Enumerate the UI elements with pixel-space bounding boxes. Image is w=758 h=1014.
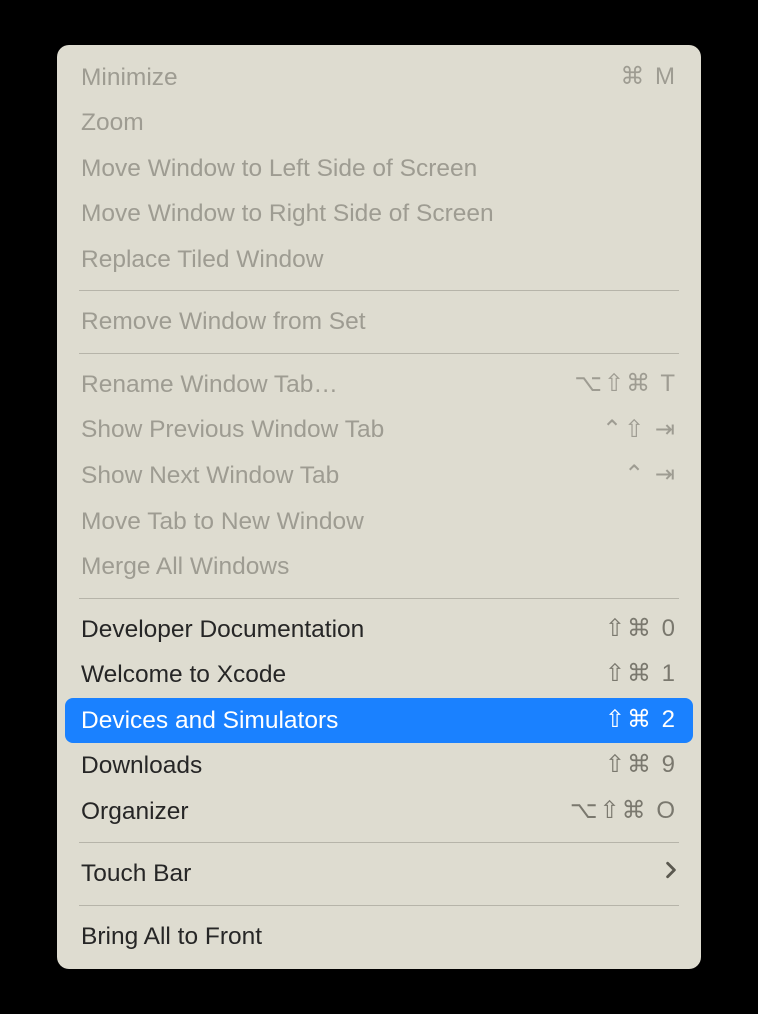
menu-item-label: Developer Documentation bbox=[81, 612, 605, 648]
menu-item-bring-all-front[interactable]: Bring All to Front bbox=[57, 914, 701, 960]
window-menu: Minimize ⌘ M Zoom Move Window to Left Si… bbox=[57, 45, 701, 969]
menu-item-developer-documentation[interactable]: Developer Documentation ⇧⌘ 0 bbox=[57, 607, 701, 653]
menu-item-merge-all-windows[interactable]: Merge All Windows bbox=[57, 544, 701, 590]
menu-item-minimize[interactable]: Minimize ⌘ M bbox=[57, 55, 701, 101]
menu-item-shortcut: ⌘ M bbox=[620, 60, 677, 95]
menu-separator bbox=[79, 842, 679, 843]
menu-item-move-tab-new-window[interactable]: Move Tab to New Window bbox=[57, 499, 701, 545]
menu-item-move-window-left[interactable]: Move Window to Left Side of Screen bbox=[57, 146, 701, 192]
chevron-right-icon bbox=[665, 859, 677, 888]
menu-item-shortcut: ⇧⌘ 2 bbox=[605, 703, 677, 738]
menu-item-shortcut: ⌥⇧⌘ O bbox=[570, 794, 677, 829]
menu-item-label: Bring All to Front bbox=[81, 919, 677, 955]
menu-item-label: Remove Window from Set bbox=[81, 304, 677, 340]
menu-item-label: Move Tab to New Window bbox=[81, 504, 677, 540]
menu-item-label: Devices and Simulators bbox=[81, 703, 605, 739]
menu-item-rename-tab[interactable]: Rename Window Tab… ⌥⇧⌘ T bbox=[57, 362, 701, 408]
menu-item-move-window-right[interactable]: Move Window to Right Side of Screen bbox=[57, 191, 701, 237]
menu-item-label: Rename Window Tab… bbox=[81, 367, 574, 403]
menu-separator bbox=[79, 598, 679, 599]
menu-item-label: Welcome to Xcode bbox=[81, 657, 605, 693]
menu-item-shortcut: ⌥⇧⌘ T bbox=[574, 367, 677, 402]
menu-item-welcome-xcode[interactable]: Welcome to Xcode ⇧⌘ 1 bbox=[57, 652, 701, 698]
menu-item-shortcut: ⇧⌘ 9 bbox=[605, 748, 677, 783]
menu-item-replace-tiled[interactable]: Replace Tiled Window bbox=[57, 237, 701, 283]
menu-item-touch-bar[interactable]: Touch Bar bbox=[57, 851, 701, 897]
menu-item-label: Replace Tiled Window bbox=[81, 242, 677, 278]
menu-item-shortcut: ⌃ ⇥ bbox=[624, 458, 677, 493]
menu-item-zoom[interactable]: Zoom bbox=[57, 100, 701, 146]
menu-item-label: Minimize bbox=[81, 60, 620, 96]
menu-item-shortcut: ⇧⌘ 1 bbox=[605, 657, 677, 692]
menu-item-label: Move Window to Left Side of Screen bbox=[81, 151, 677, 187]
menu-item-show-next-tab[interactable]: Show Next Window Tab ⌃ ⇥ bbox=[57, 453, 701, 499]
menu-separator bbox=[79, 290, 679, 291]
menu-item-shortcut: ⌃⇧ ⇥ bbox=[602, 413, 677, 448]
menu-item-label: Move Window to Right Side of Screen bbox=[81, 196, 677, 232]
menu-item-label: Downloads bbox=[81, 748, 605, 784]
menu-item-label: Show Next Window Tab bbox=[81, 458, 624, 494]
menu-item-organizer[interactable]: Organizer ⌥⇧⌘ O bbox=[57, 789, 701, 835]
menu-separator bbox=[79, 353, 679, 354]
menu-item-label: Zoom bbox=[81, 105, 677, 141]
menu-item-label: Touch Bar bbox=[81, 856, 665, 892]
menu-item-show-prev-tab[interactable]: Show Previous Window Tab ⌃⇧ ⇥ bbox=[57, 407, 701, 453]
menu-item-label: Merge All Windows bbox=[81, 549, 677, 585]
menu-item-label: Show Previous Window Tab bbox=[81, 412, 602, 448]
menu-item-label: Organizer bbox=[81, 794, 570, 830]
menu-item-shortcut: ⇧⌘ 0 bbox=[605, 612, 677, 647]
menu-item-devices-simulators[interactable]: Devices and Simulators ⇧⌘ 2 bbox=[65, 698, 693, 744]
menu-item-remove-window-set[interactable]: Remove Window from Set bbox=[57, 299, 701, 345]
menu-item-downloads[interactable]: Downloads ⇧⌘ 9 bbox=[57, 743, 701, 789]
menu-separator bbox=[79, 905, 679, 906]
